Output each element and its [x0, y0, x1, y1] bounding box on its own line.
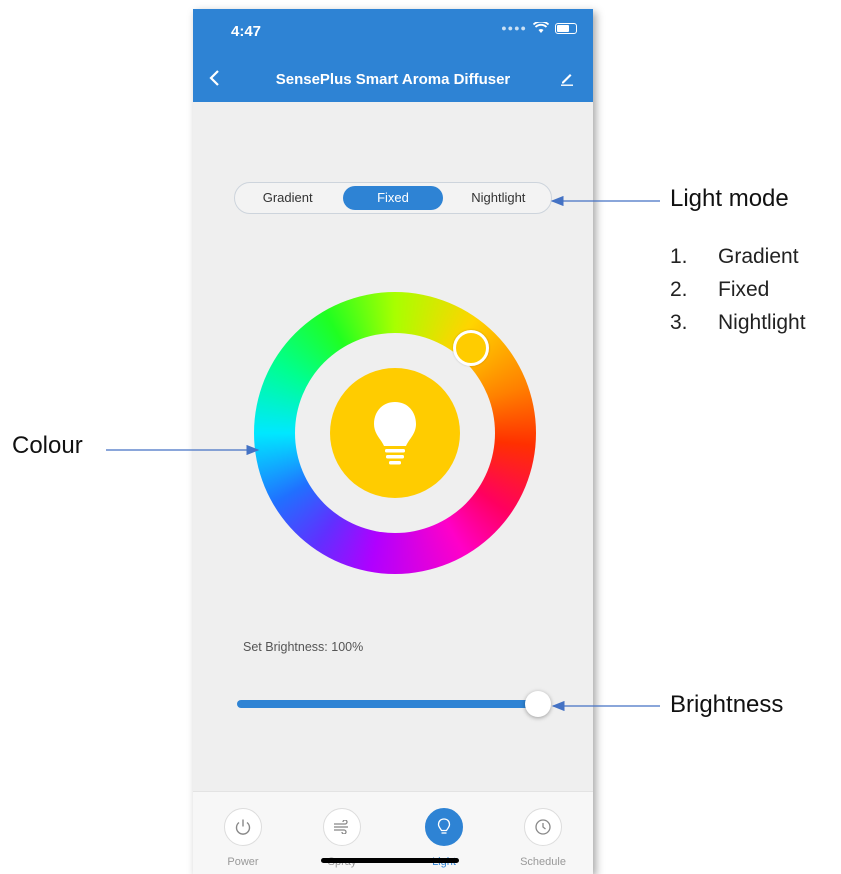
app-header: 4:47 ●●●● SensePlus Smart Aroma Diffuser — [193, 9, 593, 102]
phone-screen: 4:47 ●●●● SensePlus Smart Aroma Diffuser… — [193, 9, 593, 874]
status-icons: ●●●● — [501, 22, 577, 34]
color-wheel-container — [254, 292, 536, 574]
brightness-slider[interactable] — [237, 691, 551, 717]
clock-icon — [535, 819, 551, 835]
mode-nightlight-button[interactable]: Nightlight — [449, 186, 548, 210]
mode-fixed-button[interactable]: Fixed — [343, 186, 443, 210]
color-wheel[interactable] — [254, 292, 536, 574]
annotation-light-mode: Light mode — [670, 185, 789, 212]
nav-power[interactable]: Power — [208, 808, 278, 868]
mode-list-text: Gradient — [718, 245, 799, 268]
nav-schedule[interactable]: Schedule — [508, 808, 578, 868]
power-button-circle — [224, 808, 262, 846]
nav-schedule-label: Schedule — [520, 856, 566, 868]
edit-button[interactable] — [559, 70, 575, 91]
brightness-track — [237, 700, 537, 708]
mode-list-number: 2. — [670, 278, 688, 301]
light-mode-selector: Gradient Fixed Nightlight — [234, 182, 552, 214]
lightbulb-icon — [437, 818, 451, 834]
bulb-preview — [330, 368, 460, 498]
annotation-modes-list: 1. Gradient 2. Fixed 3. Nightlight — [670, 245, 806, 344]
lightbulb-icon — [374, 402, 416, 465]
color-picker-handle[interactable] — [453, 330, 489, 366]
status-time: 4:47 — [231, 23, 262, 40]
brightness-label: Set Brightness: 100% — [243, 640, 364, 654]
signal-icon: ●●●● — [501, 23, 527, 33]
wind-icon — [334, 820, 348, 834]
mode-gradient-button[interactable]: Gradient — [238, 186, 337, 210]
wifi-icon — [533, 22, 549, 33]
home-indicator — [321, 858, 459, 863]
bottom-nav: Power Spray Light — [193, 791, 593, 874]
battery-icon — [555, 22, 577, 34]
nav-power-label: Power — [227, 856, 259, 868]
pencil-icon — [561, 74, 573, 86]
power-icon — [235, 819, 251, 835]
mode-list-number: 1. — [670, 245, 688, 268]
mode-list-text: Fixed — [718, 278, 770, 301]
brightness-thumb[interactable] — [525, 691, 551, 717]
annotation-colour: Colour — [12, 432, 83, 459]
mode-list-text: Nightlight — [718, 311, 806, 334]
mode-list-item: 2. Fixed — [670, 278, 806, 311]
light-button-circle — [425, 808, 463, 846]
mode-list-item: 1. Gradient — [670, 245, 806, 278]
annotation-brightness: Brightness — [670, 691, 784, 718]
page-title: SensePlus Smart Aroma Diffuser — [275, 71, 511, 88]
spray-button-circle — [323, 808, 361, 846]
mode-list-item: 3. Nightlight — [670, 311, 806, 344]
schedule-button-circle — [524, 808, 562, 846]
mode-list-number: 3. — [670, 311, 688, 334]
